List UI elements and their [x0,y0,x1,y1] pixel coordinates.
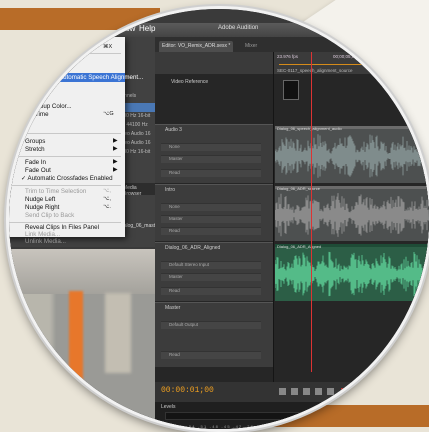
track-header[interactable]: Intro None Master Read [155,184,273,241]
menu-item-auto-crossfades[interactable]: ✓ Automatic Crossfades Enabled [9,174,125,183]
mixer-tab[interactable]: Mixer [245,41,257,52]
level-meter [165,412,417,420]
menu-help[interactable]: Help [139,24,155,33]
menu-item-speech-alignment[interactable]: Automatic Speech Alignment... [9,73,143,82]
waveform [275,193,429,237]
menu-bar: Window Help Adobe Audition [9,23,429,37]
track-name[interactable]: Audio 3 [165,127,182,133]
timecode-display: 00:00:01;00 [161,386,214,395]
clip-context-menu: ⌘X Automatic Speech Alignment... Stretch… [9,37,143,245]
magnifier-lens: Window Help Adobe Audition Channels 4410… [6,6,429,432]
track-intro: Intro None Master Read Dialog_06_ADR_sou… [155,184,429,241]
levels-panel: Levels dB -57 -54 -51 -48 -45 -42 -39 -3… [155,402,429,429]
track-mode[interactable]: Read [161,351,261,359]
menu-item-unlink-media[interactable]: Unlink Media... [9,237,125,246]
pause-icon[interactable] [303,388,310,395]
track-output[interactable]: Default Output [161,321,261,329]
levels-scale: dB -57 -54 -51 -48 -45 -42 -39 -36 -33 -… [165,424,390,429]
audio-clip[interactable]: Dialog_06_ADR_source [275,186,429,241]
track-input[interactable]: None [161,143,261,151]
track-mode[interactable]: Read [161,169,261,177]
track-output[interactable]: Master [161,273,261,281]
waveform [275,134,429,178]
track-output[interactable]: Master [161,155,261,163]
track-name[interactable]: Dialog_06_ADR_Aligned [165,245,220,251]
preview-tower [105,293,131,373]
record-icon[interactable] [341,388,348,395]
track-header-toolbar [155,52,273,74]
waveform [275,251,429,297]
track-header[interactable]: Dialog_06_ADR_Aligned Default Stereo Inp… [155,242,273,301]
menu-item-cut[interactable]: ⌘X [9,43,125,52]
work-area-bar[interactable] [279,64,429,65]
video-reference-label: Video Reference [171,79,209,85]
menu-item-send-back[interactable]: Send Clip to Back [9,211,125,220]
track-dialog-aligned: Dialog_06_ADR_Aligned Default Stereo Inp… [155,242,429,301]
tab-media-browser[interactable]: Media Browser [123,185,155,197]
editor-file-tab[interactable]: Editor: VO_Remix_ADR.sesx * [159,41,234,52]
preview-sky [9,249,155,294]
track-header[interactable]: Audio 3 None Master Read [155,124,273,183]
fast-forward-icon[interactable] [327,388,334,395]
stop-icon[interactable] [279,388,286,395]
menu-item-time[interactable]: Time ⌥G [9,110,125,119]
menu-separator [9,156,121,157]
track-mode[interactable]: Read [161,227,261,235]
levels-title: Levels [161,404,176,410]
ruler-fps: 23.976 fps [277,54,299,59]
track-input[interactable]: Default Stereo Input [161,261,261,269]
menu-window[interactable]: Window [107,24,135,33]
multitrack-editor-panel: Editor: VO_Remix_ADR.sesx * Mixer 23.976… [155,37,429,429]
track-input[interactable]: None [161,203,261,211]
transport-bar: 00:00:01;00 [155,382,429,402]
track-mode[interactable]: Read [161,287,261,295]
multitrack-editor: 23.976 fps 00;00;05;00 00;00;10;00 Video… [155,52,429,382]
audio-clip[interactable]: Dialog_06_speech_alignment_audio [275,126,429,183]
track-name[interactable]: Intro [165,187,175,193]
list-row[interactable]: Dialog_06_master.wav [119,223,159,232]
video-clip-title: SEC-0117_speech_alignment_source [277,68,353,73]
app-title: Adobe Audition [218,25,259,31]
track-output[interactable]: Master [161,215,261,223]
ruler-time-10: 00;00;10;00 [398,54,422,59]
preview-orange-pole [69,291,83,421]
track-master: Master Default Output Read [155,302,429,367]
video-thumbnail-icon[interactable] [283,80,299,100]
menu-separator [9,185,121,186]
track-audio-3: Audio 3 None Master Read Dialog_06_speec… [155,124,429,183]
track-name[interactable]: Master [165,305,180,311]
rewind-icon[interactable] [315,388,322,395]
loop-icon[interactable] [355,388,362,395]
menu-item-stretch[interactable]: Stretch [9,83,125,92]
track-header[interactable]: Master Default Output Read [155,302,273,367]
playhead[interactable] [311,52,312,372]
menu-item-stretch-sub[interactable]: Stretch ▶ [9,145,125,154]
audition-app: Window Help Adobe Audition Channels 4410… [9,9,429,429]
menu-separator [9,53,121,54]
menu-separator [9,133,121,134]
audio-clip-aligned[interactable]: Dialog_06_ADR_Aligned [275,244,429,301]
ruler-time-5: 00;00;05;00 [333,54,357,59]
play-icon[interactable] [291,388,298,395]
